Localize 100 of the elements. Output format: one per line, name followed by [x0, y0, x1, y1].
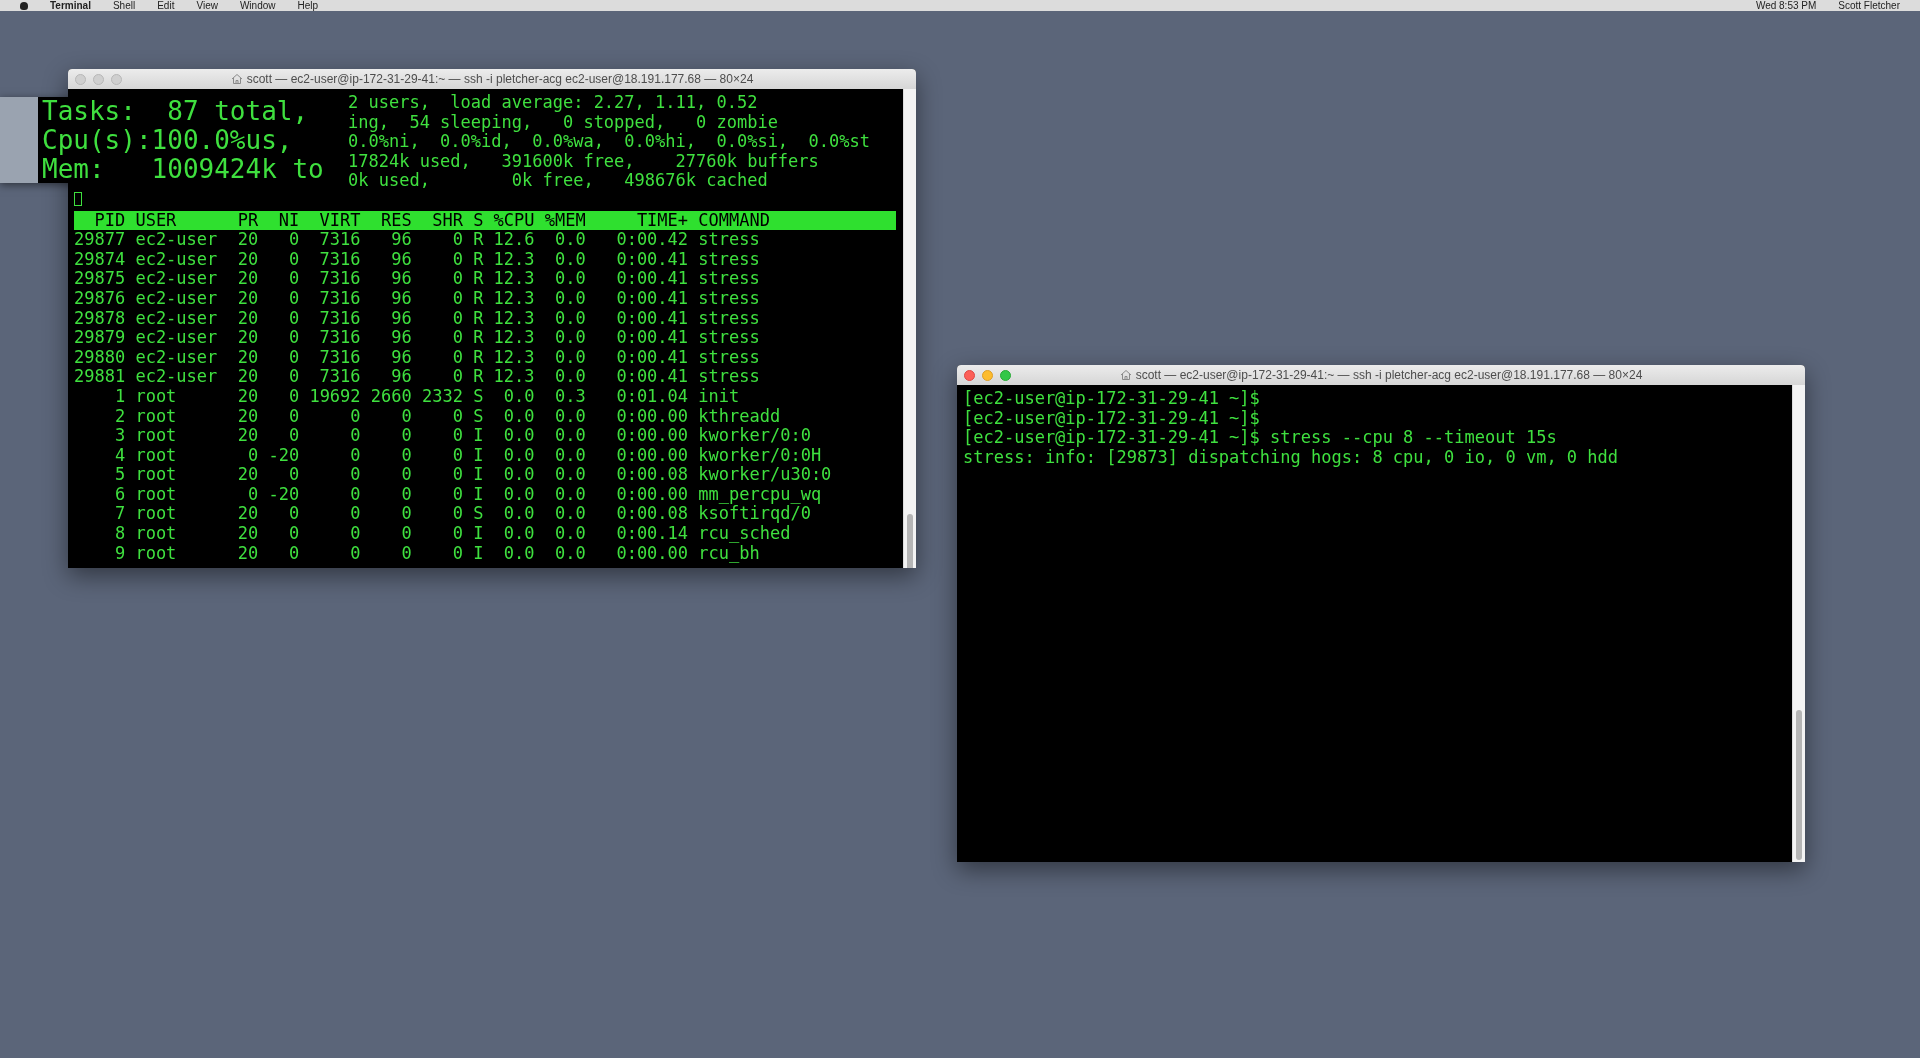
- terminal-line: 17824k used, 391600k free, 27760k buffers: [348, 150, 819, 171]
- column-header: SHR: [431, 210, 463, 231]
- menu-item[interactable]: Help: [297, 0, 319, 11]
- table-cell-text: 2: [113, 406, 126, 427]
- table-cell: 29881: [74, 367, 126, 387]
- table-cell-text: root: [135, 484, 178, 505]
- user-name[interactable]: Scott Fletcher: [1838, 0, 1900, 11]
- minimize-button[interactable]: [982, 369, 993, 381]
- table-cell-text: ec2-user: [135, 328, 219, 348]
- menu-item[interactable]: Terminal: [50, 0, 91, 11]
- table-cell-text: 0:00.41: [615, 288, 689, 309]
- table-cell-text: 0: [287, 367, 300, 387]
- apple-icon[interactable]: [20, 1, 28, 10]
- table-cell: 20: [237, 249, 259, 270]
- table-cell-text: 0.0: [502, 386, 535, 407]
- menu-item[interactable]: View: [196, 0, 218, 11]
- close-button[interactable]: [75, 73, 86, 85]
- menu-item[interactable]: Window: [239, 0, 276, 11]
- table-cell: 20: [237, 230, 259, 250]
- table-cell-text: 0:00.41: [615, 347, 689, 368]
- terminal-line: 2 users, load average: 2.27, 1.11, 0.52: [348, 92, 758, 112]
- table-cell-text: stress: [698, 367, 761, 387]
- table-cell-text: 0: [287, 249, 300, 270]
- terminal-line: [ec2-user@ip-172-31-29-41 ~]$: [963, 389, 1261, 409]
- menu-item[interactable]: Edit: [157, 0, 175, 11]
- table-cell-text: 0: [451, 269, 463, 289]
- table-cell: I: [473, 524, 484, 544]
- table-cell-text: root: [135, 406, 178, 427]
- terminal-line: ing, 54 sleeping, 0 stopped, 0 zombie: [348, 111, 778, 132]
- table-cell: 2332: [421, 386, 463, 407]
- table-cell-text: 0.0: [554, 465, 586, 485]
- table-cell: R: [473, 347, 484, 368]
- minimize-button[interactable]: [93, 73, 104, 85]
- table-cell: 29874: [74, 249, 126, 270]
- table-cell-text: 0: [400, 504, 412, 525]
- scrollbar[interactable]: [1792, 385, 1805, 862]
- table-cell-text: 0:00.41: [615, 249, 689, 270]
- column-header: NI: [277, 210, 300, 231]
- table-cell-text: 0:00.14: [615, 524, 689, 544]
- scrollbar-thumb[interactable]: [1796, 710, 1802, 860]
- table-cell-text: 0: [451, 543, 463, 564]
- table-cell-text: stress: [698, 347, 761, 368]
- close-button[interactable]: [964, 369, 975, 381]
- table-cell-text: 0.0: [502, 426, 535, 446]
- table-cell: S: [473, 504, 484, 525]
- table-cell: I: [473, 426, 484, 446]
- table-cell-text: 96: [390, 367, 412, 387]
- zoom-button[interactable]: [111, 73, 122, 85]
- scrollbar[interactable]: [903, 89, 916, 568]
- scrollbar-thumb[interactable]: [907, 514, 913, 568]
- table-cell-text: root: [135, 543, 178, 564]
- table-cell-text: 0: [287, 386, 300, 407]
- table-cell-text: ec2-user: [135, 367, 219, 387]
- table-cell-text: 0:00.08: [615, 504, 689, 525]
- table-cell-text: 6: [113, 484, 126, 505]
- cursor: [74, 191, 82, 206]
- table-cell: 20: [237, 406, 259, 427]
- table-cell-text: 0: [400, 484, 412, 505]
- table-cell-text: stress: [698, 328, 761, 348]
- table-cell-text: 0:00.00: [615, 484, 689, 505]
- window-title: scott — ec2-user@ip-172-31-29-41:~ — ssh -i pletcher-acg ec2-user@18.191.177.68 — 80×24: [246, 72, 754, 86]
- table-cell-text: 96: [390, 308, 412, 329]
- table-cell-text: 0: [287, 543, 300, 564]
- table-cell-text: 0: [287, 406, 300, 427]
- table-cell-text: root: [135, 504, 178, 525]
- menu-item[interactable]: Shell: [112, 0, 136, 11]
- table-cell-text: 0: [349, 465, 361, 485]
- clock[interactable]: Wed 8:53 PM: [1755, 0, 1817, 11]
- table-cell: 12.3: [493, 308, 535, 329]
- table-cell-text: 0:00.41: [615, 328, 689, 348]
- table-cell: 29880: [74, 347, 126, 368]
- zoom-button[interactable]: [1000, 369, 1011, 381]
- table-cell-text: 96: [390, 288, 412, 309]
- table-cell-text: 0.0: [554, 347, 586, 368]
- table-cell-text: 0: [287, 465, 300, 485]
- table-cell-text: 7316: [318, 230, 361, 250]
- table-cell-text: rcu_sched: [698, 524, 792, 544]
- table-cell-text: 0: [451, 249, 463, 270]
- table-cell-text: 7316: [318, 347, 361, 368]
- table-cell: 29876: [74, 288, 126, 309]
- table-cell: I: [473, 484, 484, 505]
- table-cell-text: 0.0: [502, 406, 535, 427]
- table-cell-text: stress: [698, 269, 761, 289]
- table-cell: 20: [237, 386, 259, 407]
- table-cell-text: 0: [451, 406, 463, 427]
- table-cell: 12.3: [493, 249, 535, 270]
- table-cell-text: kthreadd: [698, 406, 782, 427]
- table-cell-text: 0: [349, 426, 361, 446]
- table-cell: R: [473, 269, 484, 289]
- home-icon: [230, 73, 243, 85]
- terminal-line: [ec2-user@ip-172-31-29-41 ~]$: [963, 408, 1261, 429]
- table-cell-text: 0: [451, 308, 463, 329]
- table-cell-text: 3: [113, 426, 126, 446]
- table-cell-text: 0: [451, 328, 463, 348]
- table-cell-text: 7316: [318, 367, 361, 387]
- table-cell: 20: [237, 288, 259, 309]
- magnified-line: Cpu(s):100.0%us,: [42, 126, 294, 155]
- table-cell-text: kworker/0:0: [698, 426, 812, 446]
- table-cell: 20: [237, 524, 259, 544]
- table-cell-text: 0: [451, 484, 463, 505]
